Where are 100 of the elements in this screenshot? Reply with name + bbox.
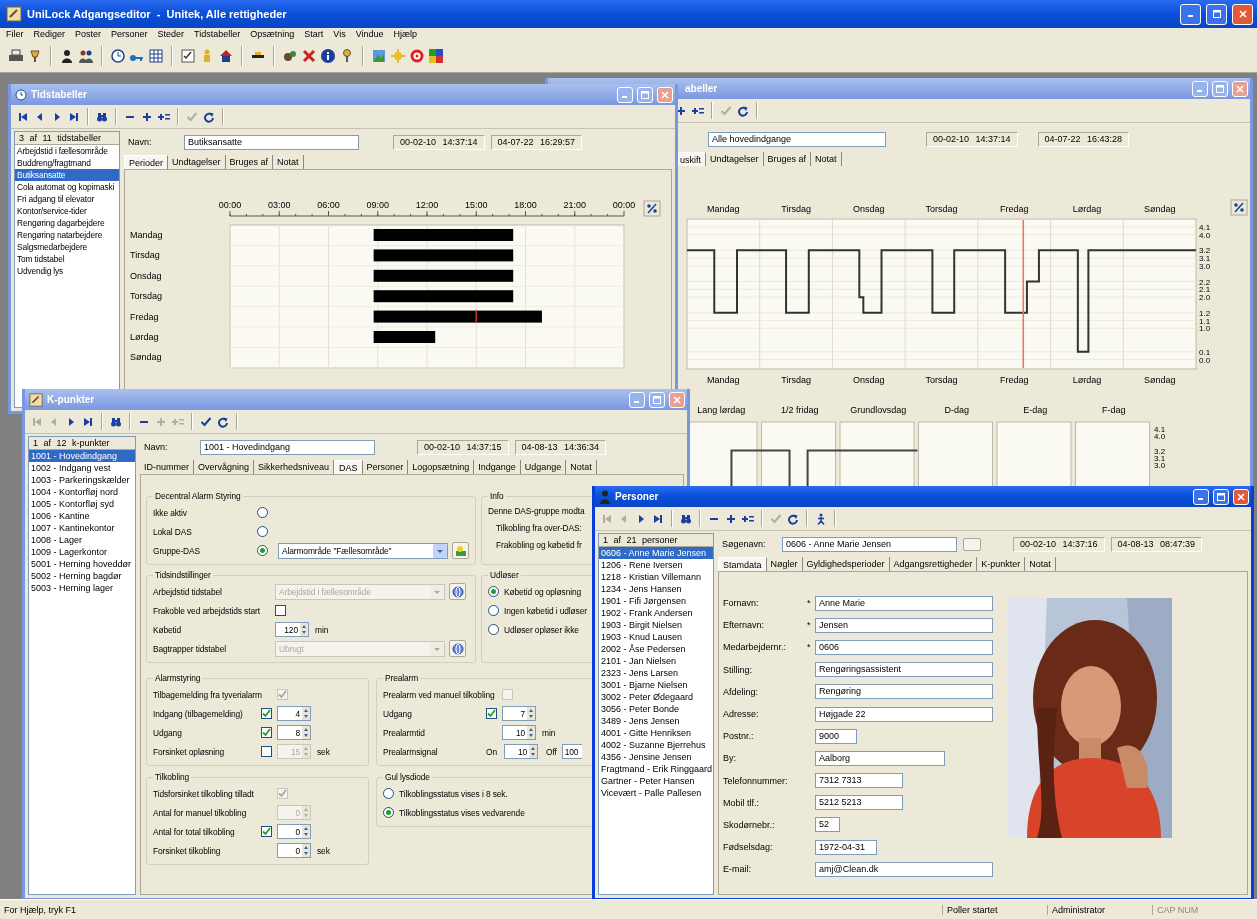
spin-arrows-icon[interactable] — [300, 623, 308, 636]
tab[interactable]: Undtagelser — [706, 152, 764, 166]
list-item[interactable]: 2002 - Åse Pedersen — [599, 643, 713, 655]
list-item[interactable]: 1003 - Parkeringskælder — [29, 474, 135, 486]
input-field[interactable]: 1972-04-31 — [815, 839, 877, 855]
list-item[interactable]: 1901 - Fifi Jørgensen — [599, 595, 713, 607]
input-field[interactable]: 5212 5213 — [815, 795, 903, 811]
grid-icon[interactable] — [148, 48, 164, 64]
list-item[interactable]: 4356 - Jensine Jensen — [599, 751, 713, 763]
walking-figure-icon[interactable] — [815, 512, 827, 525]
map-icon[interactable] — [371, 48, 387, 64]
number-spinner[interactable]: 0 — [277, 843, 311, 858]
close-icon[interactable] — [1238, 10, 1247, 18]
gears-icon[interactable] — [282, 48, 298, 64]
maximize-button[interactable] — [1213, 488, 1229, 505]
list-item[interactable]: 1001 - Hovedindgang — [29, 450, 135, 462]
menu-item[interactable]: Vis — [333, 29, 346, 39]
printer-icon[interactable] — [8, 48, 24, 64]
menu-item[interactable]: Vindue — [355, 29, 384, 39]
tab[interactable]: Bruges af — [763, 152, 812, 166]
search-field[interactable]: 0606 - Anne Marie Jensen — [782, 536, 957, 552]
minimize-button[interactable] — [1193, 488, 1209, 505]
input-field[interactable]: Rengøringsassistent — [815, 662, 993, 678]
list-item[interactable]: 1009 - Lagerkontor — [29, 546, 135, 558]
people-icon[interactable] — [78, 48, 94, 64]
number-spinner[interactable]: 120 — [275, 622, 309, 637]
menu-item[interactable]: Hjælp — [393, 29, 418, 39]
number-spinner[interactable]: 7 — [502, 706, 536, 721]
percent-icon[interactable] — [1230, 199, 1248, 216]
spin-arrows-icon[interactable] — [527, 726, 535, 739]
list-item[interactable]: 3056 - Peter Bonde — [599, 703, 713, 715]
menu-item[interactable]: Filer — [6, 29, 24, 39]
spin-arrows-icon[interactable] — [302, 825, 310, 838]
list-item[interactable]: Butiksansatte — [15, 169, 119, 181]
checkbox[interactable] — [275, 605, 286, 616]
list-item[interactable]: Arbejdstid i fællesområde — [15, 145, 119, 157]
number-spinner[interactable]: 0 — [277, 824, 311, 839]
list-item[interactable]: 3002 - Peter Ødegaard — [599, 691, 713, 703]
list-item[interactable]: Fri adgang til elevator — [15, 193, 119, 205]
list-item[interactable]: 3001 - Bjarne Nielsen — [599, 679, 713, 691]
binoculars-icon[interactable] — [680, 512, 692, 525]
list-item[interactable]: Rengøring dagarbejdere — [15, 217, 119, 229]
binoculars-icon[interactable] — [110, 415, 122, 428]
close-icon[interactable] — [1237, 492, 1245, 501]
refresh-icon[interactable] — [787, 512, 799, 525]
list-item[interactable]: 4002 - Suzanne Bjerrehus — [599, 739, 713, 751]
lamp-icon[interactable] — [27, 48, 43, 64]
tab[interactable]: Perioder — [124, 155, 169, 169]
last-icon[interactable] — [82, 415, 94, 428]
first-icon[interactable] — [17, 110, 29, 123]
number-spinner[interactable]: 10 — [504, 744, 538, 759]
tab[interactable]: DAS — [334, 460, 363, 474]
plus-icon[interactable] — [141, 110, 153, 123]
list-item[interactable]: Gartner - Peter Hansen — [599, 775, 713, 787]
list-item[interactable]: 5003 - Herning lager — [29, 582, 135, 594]
list-item[interactable]: 1006 - Kantine — [29, 510, 135, 522]
input-field[interactable]: 7312 7313 — [815, 773, 903, 789]
tab[interactable]: Notat — [811, 152, 842, 166]
list-item[interactable]: 0606 - Anne Marie Jensen — [599, 547, 713, 559]
input-field[interactable]: amj@Clean.dk — [815, 861, 993, 877]
menu-item[interactable]: Steder — [157, 29, 185, 39]
input-field[interactable]: 9000 — [815, 728, 857, 744]
menu-item[interactable]: Opsætning — [250, 29, 295, 39]
list-item[interactable]: Fragtmand - Erik Ringgaard — [599, 763, 713, 775]
list-item[interactable]: 2323 - Jens Larsen — [599, 667, 713, 679]
name-field[interactable]: 1001 - Hovedindgang — [200, 439, 375, 455]
refresh-icon[interactable] — [217, 415, 229, 428]
list-item[interactable]: 5001 - Herning hoveddør — [29, 558, 135, 570]
list-item[interactable]: Udvendig lys — [15, 265, 119, 277]
binoculars-icon[interactable] — [96, 110, 108, 123]
list-item[interactable]: 3489 - Jens Jensen — [599, 715, 713, 727]
list-item[interactable]: 4001 - Gitte Henriksen — [599, 727, 713, 739]
maximize-icon[interactable] — [1217, 492, 1225, 501]
spin-arrows-icon[interactable] — [529, 745, 537, 758]
list-item[interactable]: 1218 - Kristian Villemann — [599, 571, 713, 583]
check-icon[interactable] — [200, 415, 212, 428]
radio-button[interactable] — [488, 605, 499, 616]
checkbox[interactable] — [261, 708, 272, 719]
spin-arrows-icon[interactable] — [527, 707, 535, 720]
number-spinner[interactable]: 8 — [277, 725, 311, 740]
target-icon[interactable] — [409, 48, 425, 64]
tiles-icon[interactable] — [428, 48, 444, 64]
number-spinner[interactable]: 100 — [561, 744, 582, 759]
radio-button[interactable] — [257, 526, 268, 537]
list-item[interactable]: 1902 - Frank Andersen — [599, 607, 713, 619]
maximize-icon[interactable] — [1212, 10, 1221, 18]
input-field[interactable]: 0606 — [815, 639, 993, 655]
list-item[interactable]: Vicevært - Palle Pallesen — [599, 787, 713, 799]
info-icon[interactable] — [320, 48, 336, 64]
person-icon[interactable] — [59, 48, 75, 64]
spin-arrows-icon[interactable] — [302, 844, 310, 857]
list-item[interactable]: 1206 - Rene Iversen — [599, 559, 713, 571]
last-icon[interactable] — [652, 512, 664, 525]
menu-item[interactable]: Tidstabeller — [194, 29, 241, 39]
name-field[interactable]: Butiksansatte — [184, 134, 359, 150]
input-field[interactable]: Anne Marie — [815, 595, 993, 611]
refresh-icon[interactable] — [203, 110, 215, 123]
list-item[interactable]: Buddreng/fragtmand — [15, 157, 119, 169]
list-item[interactable]: 1002 - Indgang vest — [29, 462, 135, 474]
list-item[interactable]: 1004 - Kontorfløj nord — [29, 486, 135, 498]
